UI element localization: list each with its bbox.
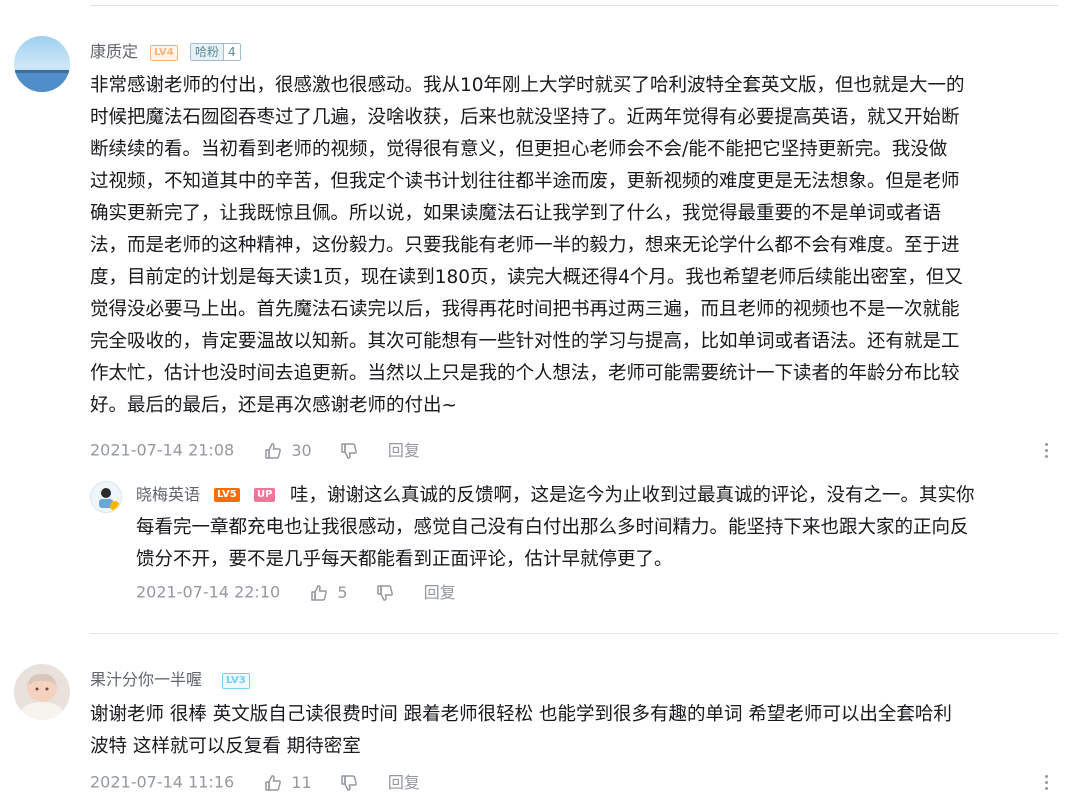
fan-medal[interactable]: 哈粉 4 (190, 43, 241, 61)
comment-content: 谢谢老师 很棒 英文版自己读很费时间 跟着老师很轻松 也能学到很多有趣的单词 希… (90, 699, 952, 763)
thumbs-up-icon (265, 774, 282, 791)
comment-time: 2021-07-14 11:16 (90, 772, 235, 792)
thumbs-down-icon (341, 443, 357, 459)
content-line: 好。最后的最后，还是再次感谢老师的付出~ (90, 395, 458, 416)
avatar[interactable] (14, 664, 70, 720)
content-line: 度，目前定的计划是每天读1页，现在读到180页，读完大概还得4个月。我也希望老师… (90, 267, 963, 288)
content-line: 哇，谢谢这么真诚的反馈啊，这是迄今为止收到过最真诚的评论，没有之一。其实你 (290, 485, 975, 506)
username[interactable]: 果汁分你一半喔 (90, 670, 202, 690)
content-line: 馈分不开，要不是几乎每天都能看到正面评论，估计早就停更了。 (136, 549, 673, 570)
reply-time: 2021-07-14 22:10 (136, 582, 281, 602)
thumbs-down-icon (341, 775, 357, 791)
like-count: 30 (291, 440, 312, 460)
comment-content: 非常感谢老师的付出，很感激也很感动。我从10年刚上大学时就买了哈利波特全套英文版… (90, 70, 965, 422)
comment-time: 2021-07-14 21:08 (90, 440, 235, 460)
avatar[interactable] (14, 36, 70, 92)
comment-meta: 2021-07-14 21:08 30 回复 (90, 440, 420, 461)
comment-meta: 2021-07-14 11:16 11 回复 (90, 772, 420, 793)
level-badge: LV3 (222, 673, 250, 689)
more-options-icon[interactable] (1043, 773, 1049, 793)
content-line: 谢谢老师 很棒 英文版自己读很费时间 跟着老师很轻松 也能学到很多有趣的单词 希… (90, 704, 952, 725)
comment-divider (90, 633, 1058, 634)
fan-medal-name: 哈粉 (191, 44, 224, 60)
thumbs-down-icon (376, 585, 393, 601)
reply-avatar[interactable] (90, 481, 122, 513)
like-count: 11 (291, 772, 312, 792)
content-line: 断续续的看。当初看到老师的视频，觉得很有意义，但更担心老师会不会/能不能把它坚持… (90, 139, 948, 160)
reply-button[interactable]: 回复 (424, 583, 456, 603)
like-button[interactable]: 30 (263, 440, 312, 461)
reply-meta: 2021-07-14 22:10 5 回复 (136, 582, 456, 603)
level-badge: LV4 (150, 45, 178, 61)
dislike-button[interactable] (339, 772, 359, 793)
dislike-button[interactable] (339, 440, 359, 461)
thumbs-up-icon (311, 584, 328, 601)
content-line: 确实更新完了，让我既惊且佩。所以说，如果读魔法石让我学到了什么，我觉得最重要的不… (90, 203, 942, 224)
content-line: 过视频，不知道其中的辛苦，但我定个读书计划往往都半途而废，更新视频的难度更是无法… (90, 171, 960, 192)
username[interactable]: 康质定 (90, 42, 138, 62)
reply-content: 哇，谢谢这么真诚的反馈啊，这是迄今为止收到过最真诚的评论，没有之一。其实你 每看… (136, 480, 975, 576)
fan-medal-level: 4 (223, 44, 240, 60)
reply-button[interactable]: 回复 (388, 773, 420, 793)
more-options-icon[interactable] (1043, 441, 1049, 461)
content-line: 每看完一章都充电也让我很感动，感觉自己没有白付出那么多时间精力。能坚持下来也跟大… (136, 517, 969, 538)
content-line: 非常感谢老师的付出，很感激也很感动。我从10年刚上大学时就买了哈利波特全套英文版… (90, 75, 965, 96)
content-line: 作太忙，估计也没时间去追更新。当然以上只是我的个人想法，老师可能需要统计一下读者… (90, 363, 960, 384)
content-line: 法，而是老师的这种精神，这份毅力。只要我能有老师一半的毅力，想来无论学什么都不会… (90, 235, 960, 256)
dislike-button[interactable] (375, 582, 395, 603)
like-count: 5 (337, 582, 348, 602)
top-divider (90, 5, 1058, 6)
content-line: 时候把魔法石囫囵吞枣过了几遍，没啥收获，后来也就没坚持了。近两年觉得有必要提高英… (90, 107, 960, 128)
like-button[interactable]: 11 (263, 772, 312, 793)
like-button[interactable]: 5 (309, 582, 348, 603)
content-line: 觉得没必要马上出。首先魔法石读完以后，我得再花时间把书再过两三遍，而且老师的视频… (90, 299, 960, 320)
thumbs-up-icon (265, 442, 282, 459)
content-line: 波特 这样就可以反复看 期待密室 (90, 736, 361, 757)
content-line: 完全吸收的，肯定要温故以知新。其次可能想有一些针对性的学习与提高，比如单词或者语… (90, 331, 960, 352)
reply-button[interactable]: 回复 (388, 441, 420, 461)
